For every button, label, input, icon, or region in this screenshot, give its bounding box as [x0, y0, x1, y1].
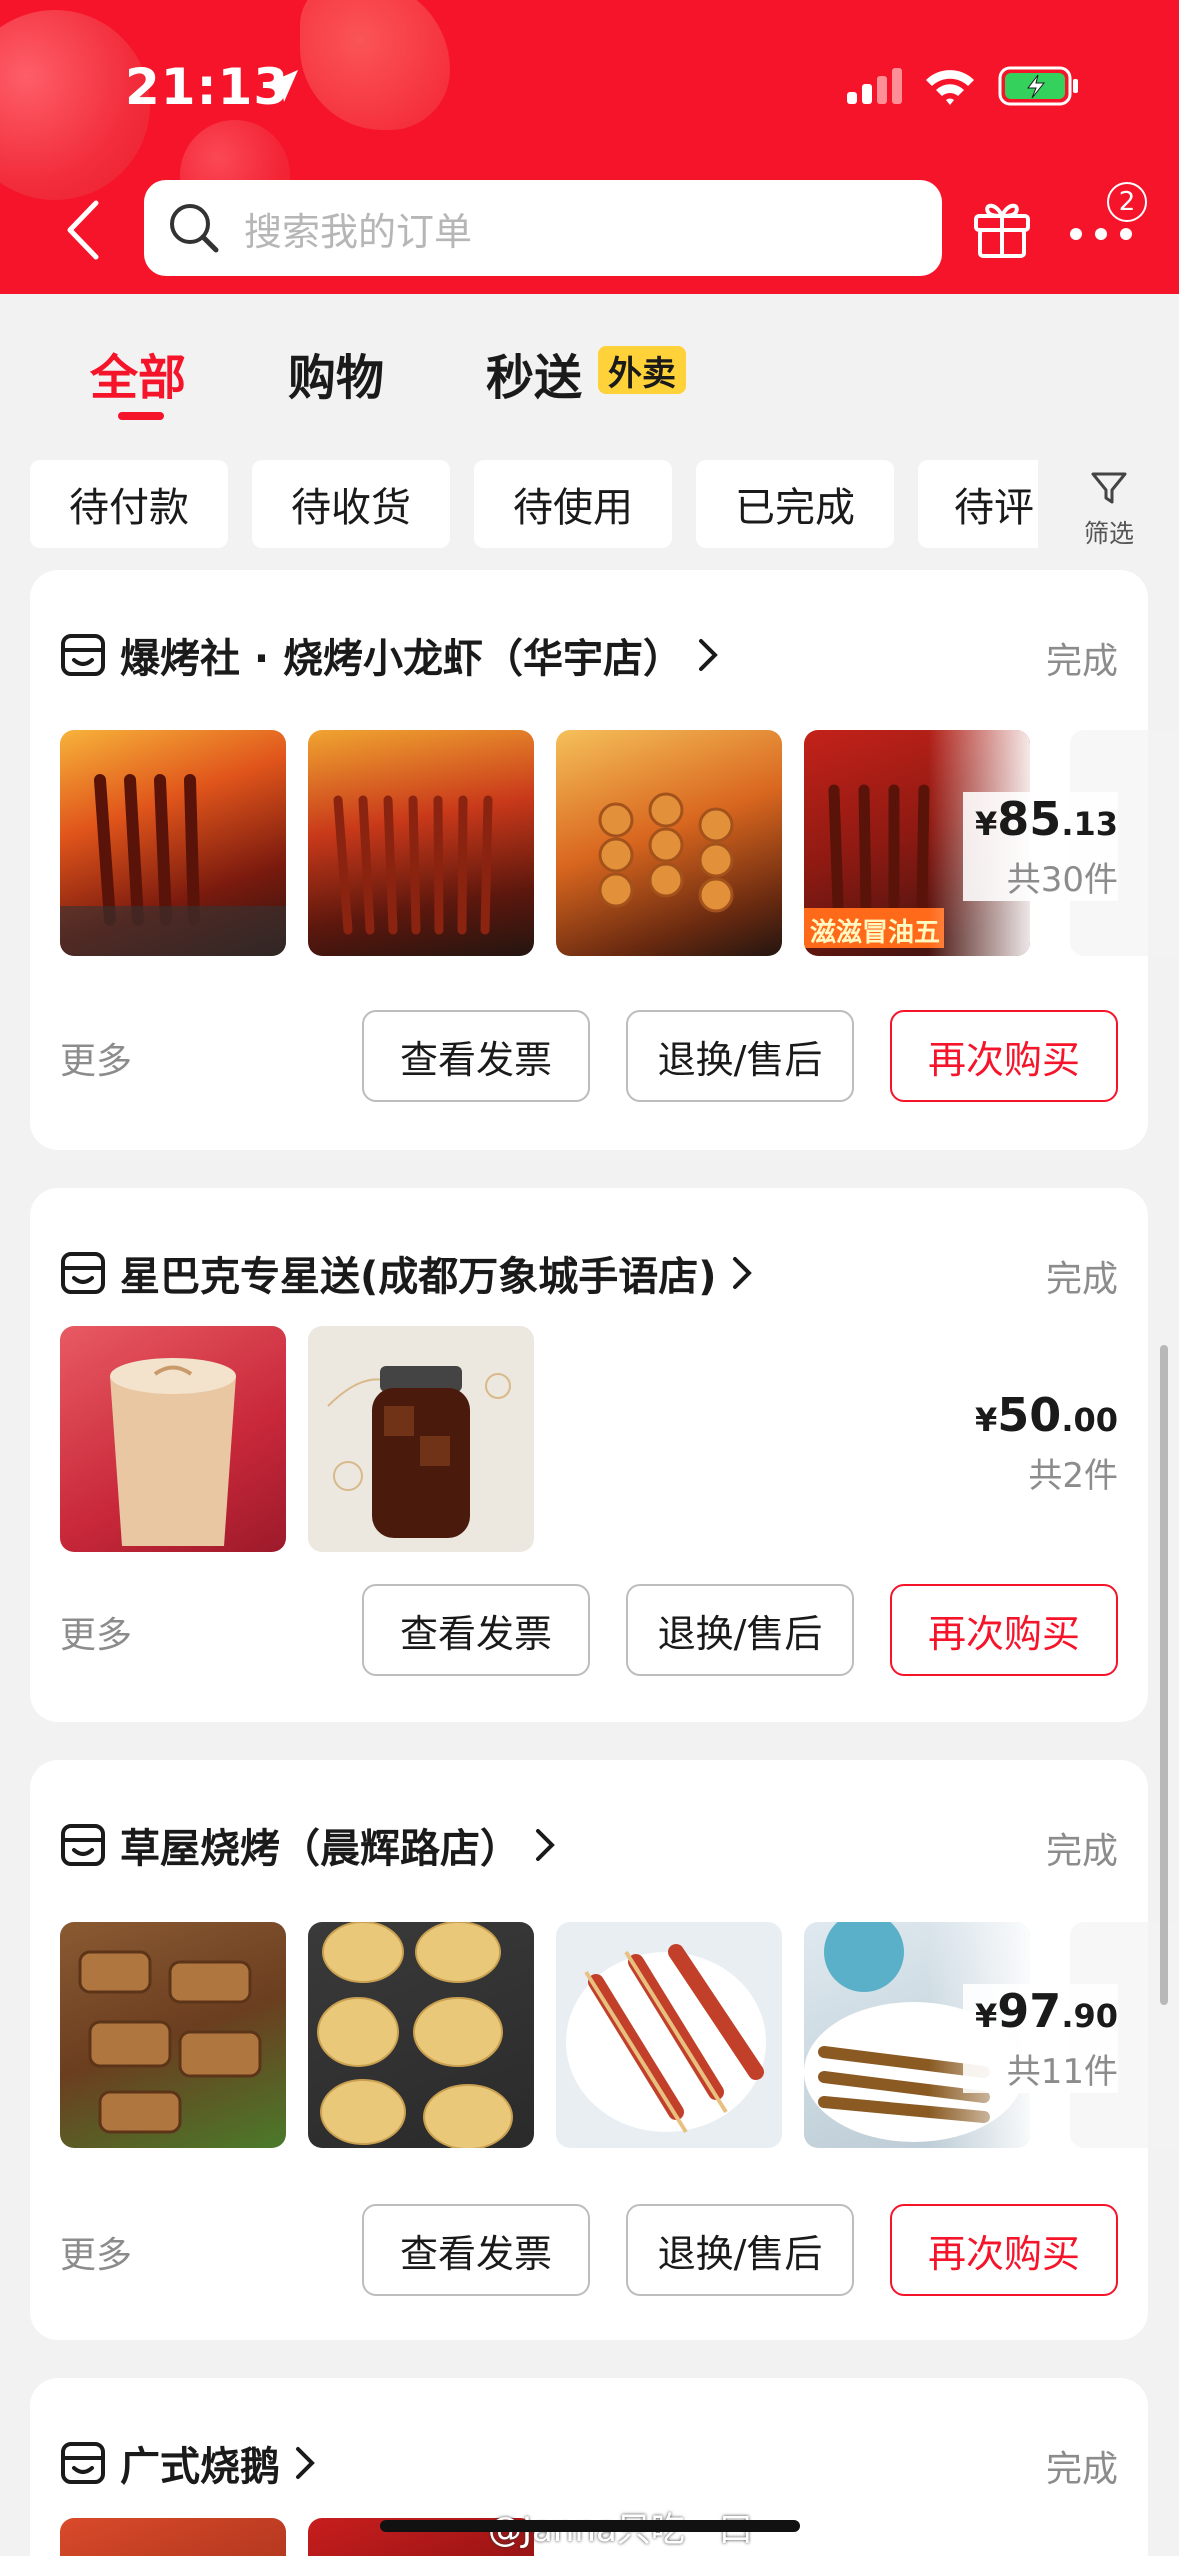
shop-header[interactable]: 草屋烧烤（晨辉路店）	[60, 1816, 560, 1874]
store-icon	[61, 1824, 105, 1866]
return-aftersale-button[interactable]: 退换/售后	[626, 1010, 854, 1102]
skewer-image	[598, 792, 734, 913]
order-status: 完成	[1045, 2449, 1118, 2490]
more-link[interactable]: 更多	[60, 2226, 132, 2278]
item-count: 共11件	[1006, 2052, 1118, 2092]
order-card[interactable]: 爆烤社 · 烧烤小龙虾（华宇店） 完成 滋滋冒油五 ¥85.13 共30件 更多…	[30, 570, 1179, 1150]
skewer-image	[333, 795, 493, 935]
order-price: ¥85.13	[975, 792, 1118, 846]
bacon-skewer-image	[566, 1944, 766, 2134]
product-thumbnail[interactable]	[308, 1326, 534, 1552]
funnel-icon	[1091, 472, 1127, 504]
filter-button[interactable]: 筛选	[1054, 460, 1164, 550]
shop-name: 广式烧鹅	[120, 2444, 280, 2490]
tab-all[interactable]: 全部	[90, 338, 186, 408]
store-icon	[61, 2442, 105, 2484]
product-thumbnails[interactable]: ¥97.90 共11件	[60, 1922, 1179, 2148]
more-link[interactable]: 更多	[60, 1032, 132, 1084]
product-thumbnail[interactable]	[60, 730, 286, 956]
search-placeholder: 搜索我的订单	[244, 209, 473, 254]
notification-badge: 2	[1107, 182, 1147, 222]
product-thumbnail[interactable]	[60, 2518, 286, 2556]
cold-brew-jar-image	[327, 1366, 511, 1538]
product-thumbnails[interactable]: 滋滋冒油五 ¥85.13 共30件	[60, 730, 1179, 956]
return-aftersale-button[interactable]: 退换/售后	[626, 2204, 854, 2296]
fried-tofu-image	[317, 1922, 513, 2148]
shop-header[interactable]: 爆烤社 · 烧烤小龙虾（华宇店）	[60, 626, 723, 684]
shop-header[interactable]: 星巴克专星送(成都万象城手语店)	[60, 1244, 757, 1302]
filter-button-label: 筛选	[1083, 519, 1134, 548]
grilled-meat-image	[78, 1950, 262, 2134]
takeout-badge: 外卖	[598, 346, 686, 394]
filter-pending-receipt[interactable]: 待收货	[252, 460, 450, 548]
buy-again-button[interactable]: 再次购买	[890, 2204, 1118, 2296]
product-thumbnail[interactable]	[308, 1922, 534, 2148]
product-thumbnail[interactable]	[60, 1922, 286, 2148]
price-block: ¥50.00 共2件	[963, 1388, 1118, 1497]
product-thumbnail[interactable]	[308, 730, 534, 956]
shop-header[interactable]: 广式烧鹅	[60, 2434, 320, 2492]
store-icon	[61, 634, 105, 676]
scrollbar[interactable]	[1160, 1345, 1168, 2005]
product-thumbnails[interactable]: ¥50.00 共2件	[60, 1326, 1118, 1552]
search-input[interactable]: 搜索我的订单	[144, 180, 942, 276]
shop-name: 草屋烧烤（晨辉路店）	[120, 1826, 520, 1872]
chevron-right-icon	[699, 639, 718, 671]
shop-name: 爆烤社 · 烧烤小龙虾（华宇店）	[120, 636, 684, 682]
buy-again-button[interactable]: 再次购买	[890, 1010, 1118, 1102]
buy-again-button[interactable]: 再次购买	[890, 1584, 1118, 1676]
wifi-icon	[926, 70, 974, 105]
order-card[interactable]: 星巴克专星送(成都万象城手语店) 完成 ¥50.00 共2件 更多 查看发票 退…	[30, 1188, 1148, 1722]
signal-icon	[847, 68, 902, 104]
price-block: ¥97.90 共11件	[963, 1984, 1118, 2093]
product-thumbnail[interactable]	[556, 1922, 782, 2148]
back-chevron-icon[interactable]	[60, 195, 110, 265]
filter-completed[interactable]: 已完成	[696, 460, 894, 548]
tab-instant-delivery[interactable]: 秒送	[486, 338, 582, 408]
balloon-decoration	[300, 0, 450, 130]
view-invoice-button[interactable]: 查看发票	[362, 1010, 590, 1102]
location-arrow-icon	[266, 70, 298, 102]
latte-image	[110, 1358, 236, 1546]
price-block: ¥85.13 共30件	[963, 792, 1118, 901]
view-invoice-button[interactable]: 查看发票	[362, 2204, 590, 2296]
home-indicator[interactable]	[380, 2520, 800, 2532]
active-tab-indicator	[118, 412, 164, 420]
more-link[interactable]: 更多	[60, 1606, 132, 1658]
view-invoice-button[interactable]: 查看发票	[362, 1584, 590, 1676]
filter-row: 待付款 待收货 待使用 已完成 待评 筛选	[0, 460, 1179, 550]
chevron-right-icon	[296, 2447, 315, 2479]
filter-pending-use[interactable]: 待使用	[474, 460, 672, 548]
skewer-image	[60, 774, 286, 956]
battery-charging-icon	[998, 66, 1078, 106]
chevron-right-icon	[536, 1829, 555, 1861]
order-price: ¥50.00	[975, 1388, 1118, 1442]
product-thumbnail[interactable]	[556, 730, 782, 956]
filter-pending-review[interactable]: 待评	[918, 460, 1038, 548]
tab-shopping[interactable]: 购物	[288, 338, 384, 408]
item-count: 共2件	[1028, 1456, 1118, 1496]
product-thumbnail[interactable]	[60, 1326, 286, 1552]
order-tabs: 全部 购物 秒送	[0, 294, 1179, 444]
gift-icon[interactable]	[970, 196, 1034, 260]
search-icon	[170, 204, 219, 253]
store-icon	[61, 1252, 105, 1294]
return-aftersale-button[interactable]: 退换/售后	[626, 1584, 854, 1676]
order-status: 完成	[1045, 1831, 1118, 1872]
order-price: ¥97.90	[975, 1984, 1118, 2038]
shop-name: 星巴克专星送(成都万象城手语店)	[120, 1254, 717, 1300]
item-count: 共30件	[1006, 860, 1118, 900]
order-status: 完成	[1045, 1259, 1118, 1300]
order-status: 完成	[1045, 641, 1118, 682]
filter-pending-payment[interactable]: 待付款	[30, 460, 228, 548]
header: 21:13 搜索我的订单 2	[0, 0, 1179, 294]
chevron-right-icon	[732, 1257, 752, 1289]
thumb-overlay-text: 滋滋冒油五	[810, 918, 941, 948]
order-card[interactable]: 草屋烧烤（晨辉路店） 完成 ¥97.90 共11件 更多 查看发票 退换/售后 …	[30, 1760, 1179, 2340]
